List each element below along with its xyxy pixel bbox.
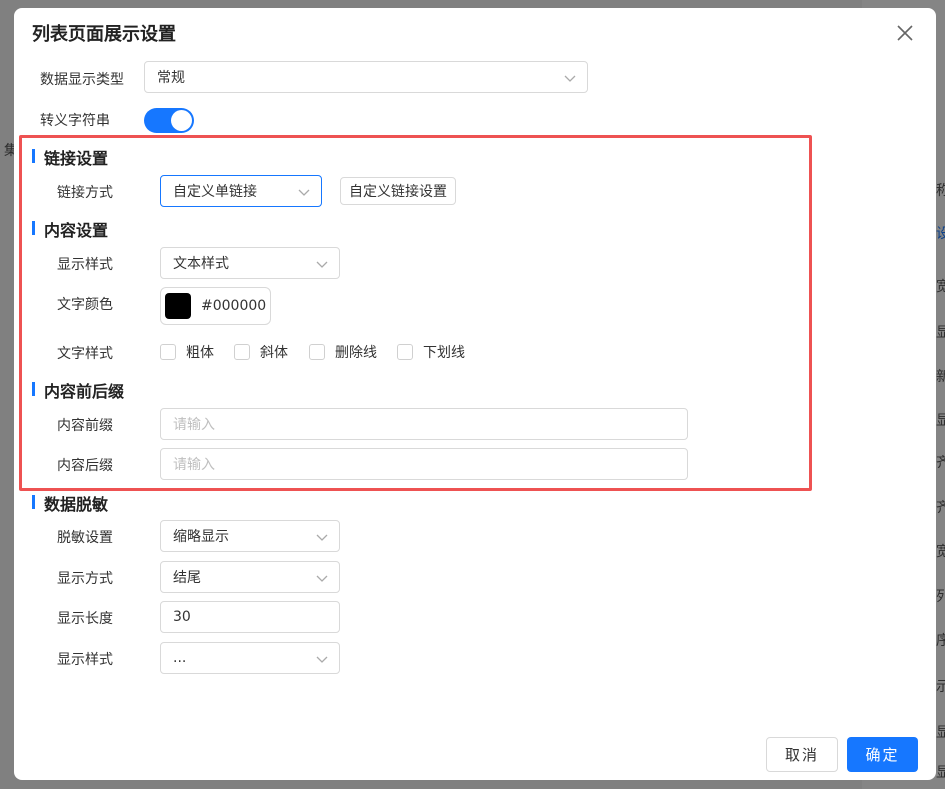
chevron-down-icon bbox=[316, 575, 328, 582]
text-color-label: 文字颜色 bbox=[57, 297, 113, 313]
checkbox-label: 删除线 bbox=[335, 345, 377, 361]
link-method-label: 链接方式 bbox=[57, 185, 113, 201]
bold-checkbox[interactable]: 粗体 bbox=[160, 342, 214, 362]
checkbox-label: 斜体 bbox=[260, 345, 288, 361]
close-icon[interactable] bbox=[896, 24, 914, 42]
display-type-label: 数据显示类型 bbox=[40, 72, 124, 88]
mask-method-select[interactable]: 结尾 bbox=[160, 561, 340, 593]
mask-method-label: 显示方式 bbox=[57, 571, 113, 587]
mask-setting-value: 缩略显示 bbox=[173, 529, 229, 545]
link-method-value: 自定义单链接 bbox=[173, 184, 257, 200]
mask-length-input[interactable]: 30 bbox=[160, 601, 340, 633]
custom-link-settings-button[interactable]: 自定义链接设置 bbox=[340, 177, 456, 205]
mask-setting-select[interactable]: 缩略显示 bbox=[160, 520, 340, 552]
affix-section-title: 内容前后缀 bbox=[32, 378, 124, 402]
mask-length-label: 显示长度 bbox=[57, 611, 113, 627]
text-color-picker[interactable]: #000000 bbox=[160, 287, 271, 325]
section-marker bbox=[32, 382, 35, 396]
italic-checkbox[interactable]: 斜体 bbox=[234, 342, 288, 362]
checkbox-box bbox=[397, 344, 413, 360]
underline-checkbox[interactable]: 下划线 bbox=[397, 342, 465, 362]
section-marker bbox=[32, 149, 35, 163]
display-type-select[interactable]: 常规 bbox=[144, 61, 588, 93]
content-section-title: 内容设置 bbox=[32, 217, 108, 241]
mask-style-select[interactable]: ... bbox=[160, 642, 340, 674]
affix-section-title-text: 内容前后缀 bbox=[44, 382, 125, 401]
confirm-button[interactable]: 确定 bbox=[847, 737, 918, 772]
checkbox-box bbox=[160, 344, 176, 360]
suffix-input[interactable]: 请输入 bbox=[160, 448, 688, 480]
mask-style-label: 显示样式 bbox=[57, 652, 113, 668]
cancel-button[interactable]: 取消 bbox=[766, 737, 838, 772]
escape-string-toggle[interactable] bbox=[144, 108, 194, 133]
settings-dialog: 列表页面展示设置 数据显示类型 常规 转义字符串 链接设置 链接方式 自定义单链… bbox=[14, 8, 936, 780]
link-section-title-text: 链接设置 bbox=[44, 149, 109, 168]
toggle-knob bbox=[171, 110, 192, 131]
display-style-select[interactable]: 文本样式 bbox=[160, 247, 340, 279]
escape-string-label: 转义字符串 bbox=[40, 113, 110, 129]
checkbox-label: 下划线 bbox=[423, 345, 465, 361]
link-section-title: 链接设置 bbox=[32, 145, 108, 169]
color-value: #000000 bbox=[201, 298, 267, 314]
display-style-value: 文本样式 bbox=[173, 256, 229, 272]
section-marker bbox=[32, 221, 35, 235]
chevron-down-icon bbox=[316, 261, 328, 268]
content-section-title-text: 内容设置 bbox=[44, 221, 109, 240]
link-method-select[interactable]: 自定义单链接 bbox=[160, 175, 322, 207]
prefix-input[interactable]: 请输入 bbox=[160, 408, 688, 440]
checkbox-box bbox=[309, 344, 325, 360]
text-style-label: 文字样式 bbox=[57, 346, 113, 362]
checkbox-label: 粗体 bbox=[186, 345, 214, 361]
mask-style-value: ... bbox=[173, 650, 187, 666]
suffix-label: 内容后缀 bbox=[57, 458, 113, 474]
strikethrough-checkbox[interactable]: 删除线 bbox=[309, 342, 377, 362]
mask-setting-label: 脱敏设置 bbox=[57, 530, 113, 546]
chevron-down-icon bbox=[316, 656, 328, 663]
chevron-down-icon bbox=[316, 534, 328, 541]
prefix-label: 内容前缀 bbox=[57, 418, 113, 434]
mask-method-value: 结尾 bbox=[173, 570, 201, 586]
section-marker bbox=[32, 495, 35, 509]
dialog-title: 列表页面展示设置 bbox=[32, 24, 176, 45]
color-swatch bbox=[165, 293, 191, 319]
chevron-down-icon bbox=[564, 75, 576, 82]
display-type-value: 常规 bbox=[157, 70, 185, 86]
chevron-down-icon bbox=[298, 189, 310, 196]
mask-section-title: 数据脱敏 bbox=[32, 491, 108, 515]
display-style-label: 显示样式 bbox=[57, 257, 113, 273]
mask-section-title-text: 数据脱敏 bbox=[44, 495, 109, 514]
checkbox-box bbox=[234, 344, 250, 360]
